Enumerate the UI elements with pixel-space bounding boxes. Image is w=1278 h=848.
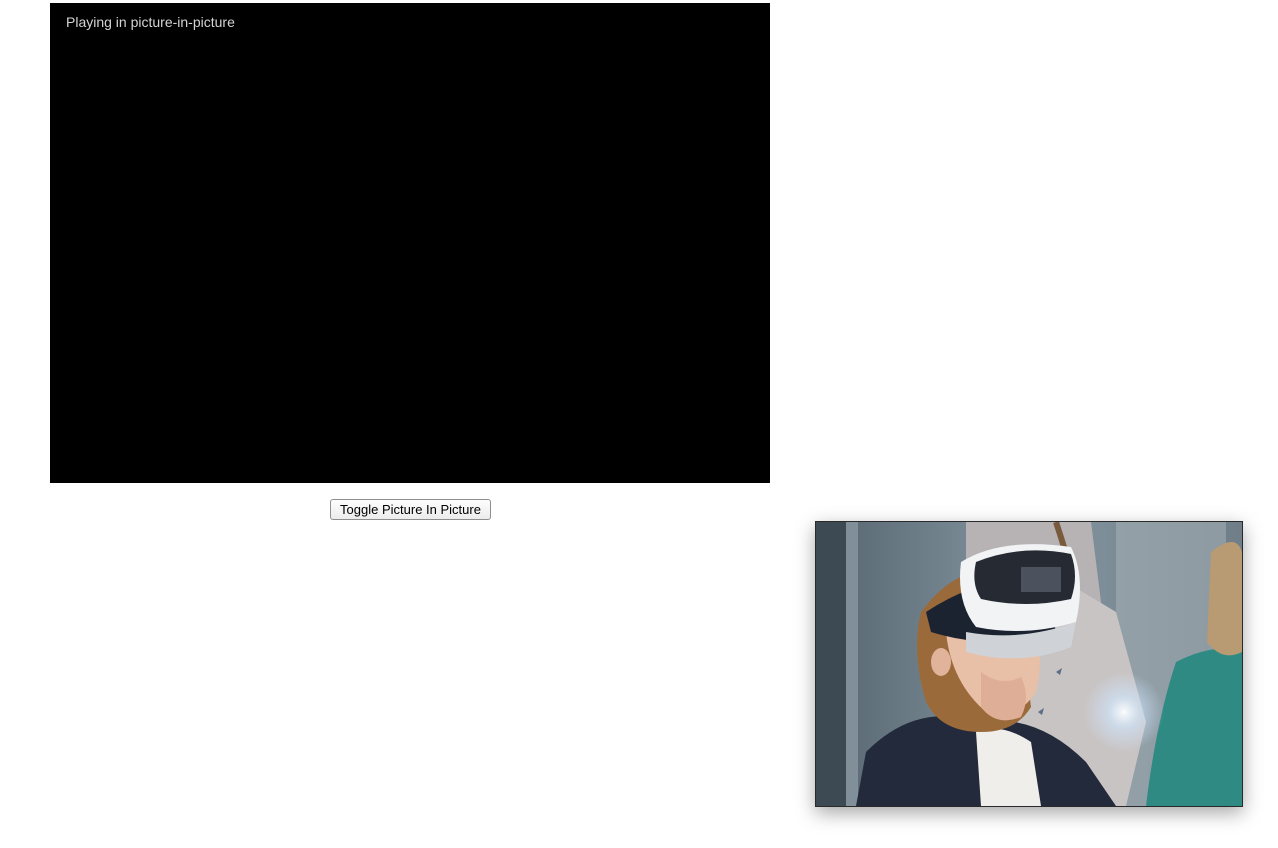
vr-child-scene-image [816, 522, 1242, 806]
toggle-pip-button[interactable]: Toggle Picture In Picture [330, 499, 491, 520]
pip-status-text: Playing in picture-in-picture [66, 14, 235, 30]
pip-window[interactable] [815, 521, 1243, 807]
video-player[interactable]: Playing in picture-in-picture [50, 3, 770, 483]
